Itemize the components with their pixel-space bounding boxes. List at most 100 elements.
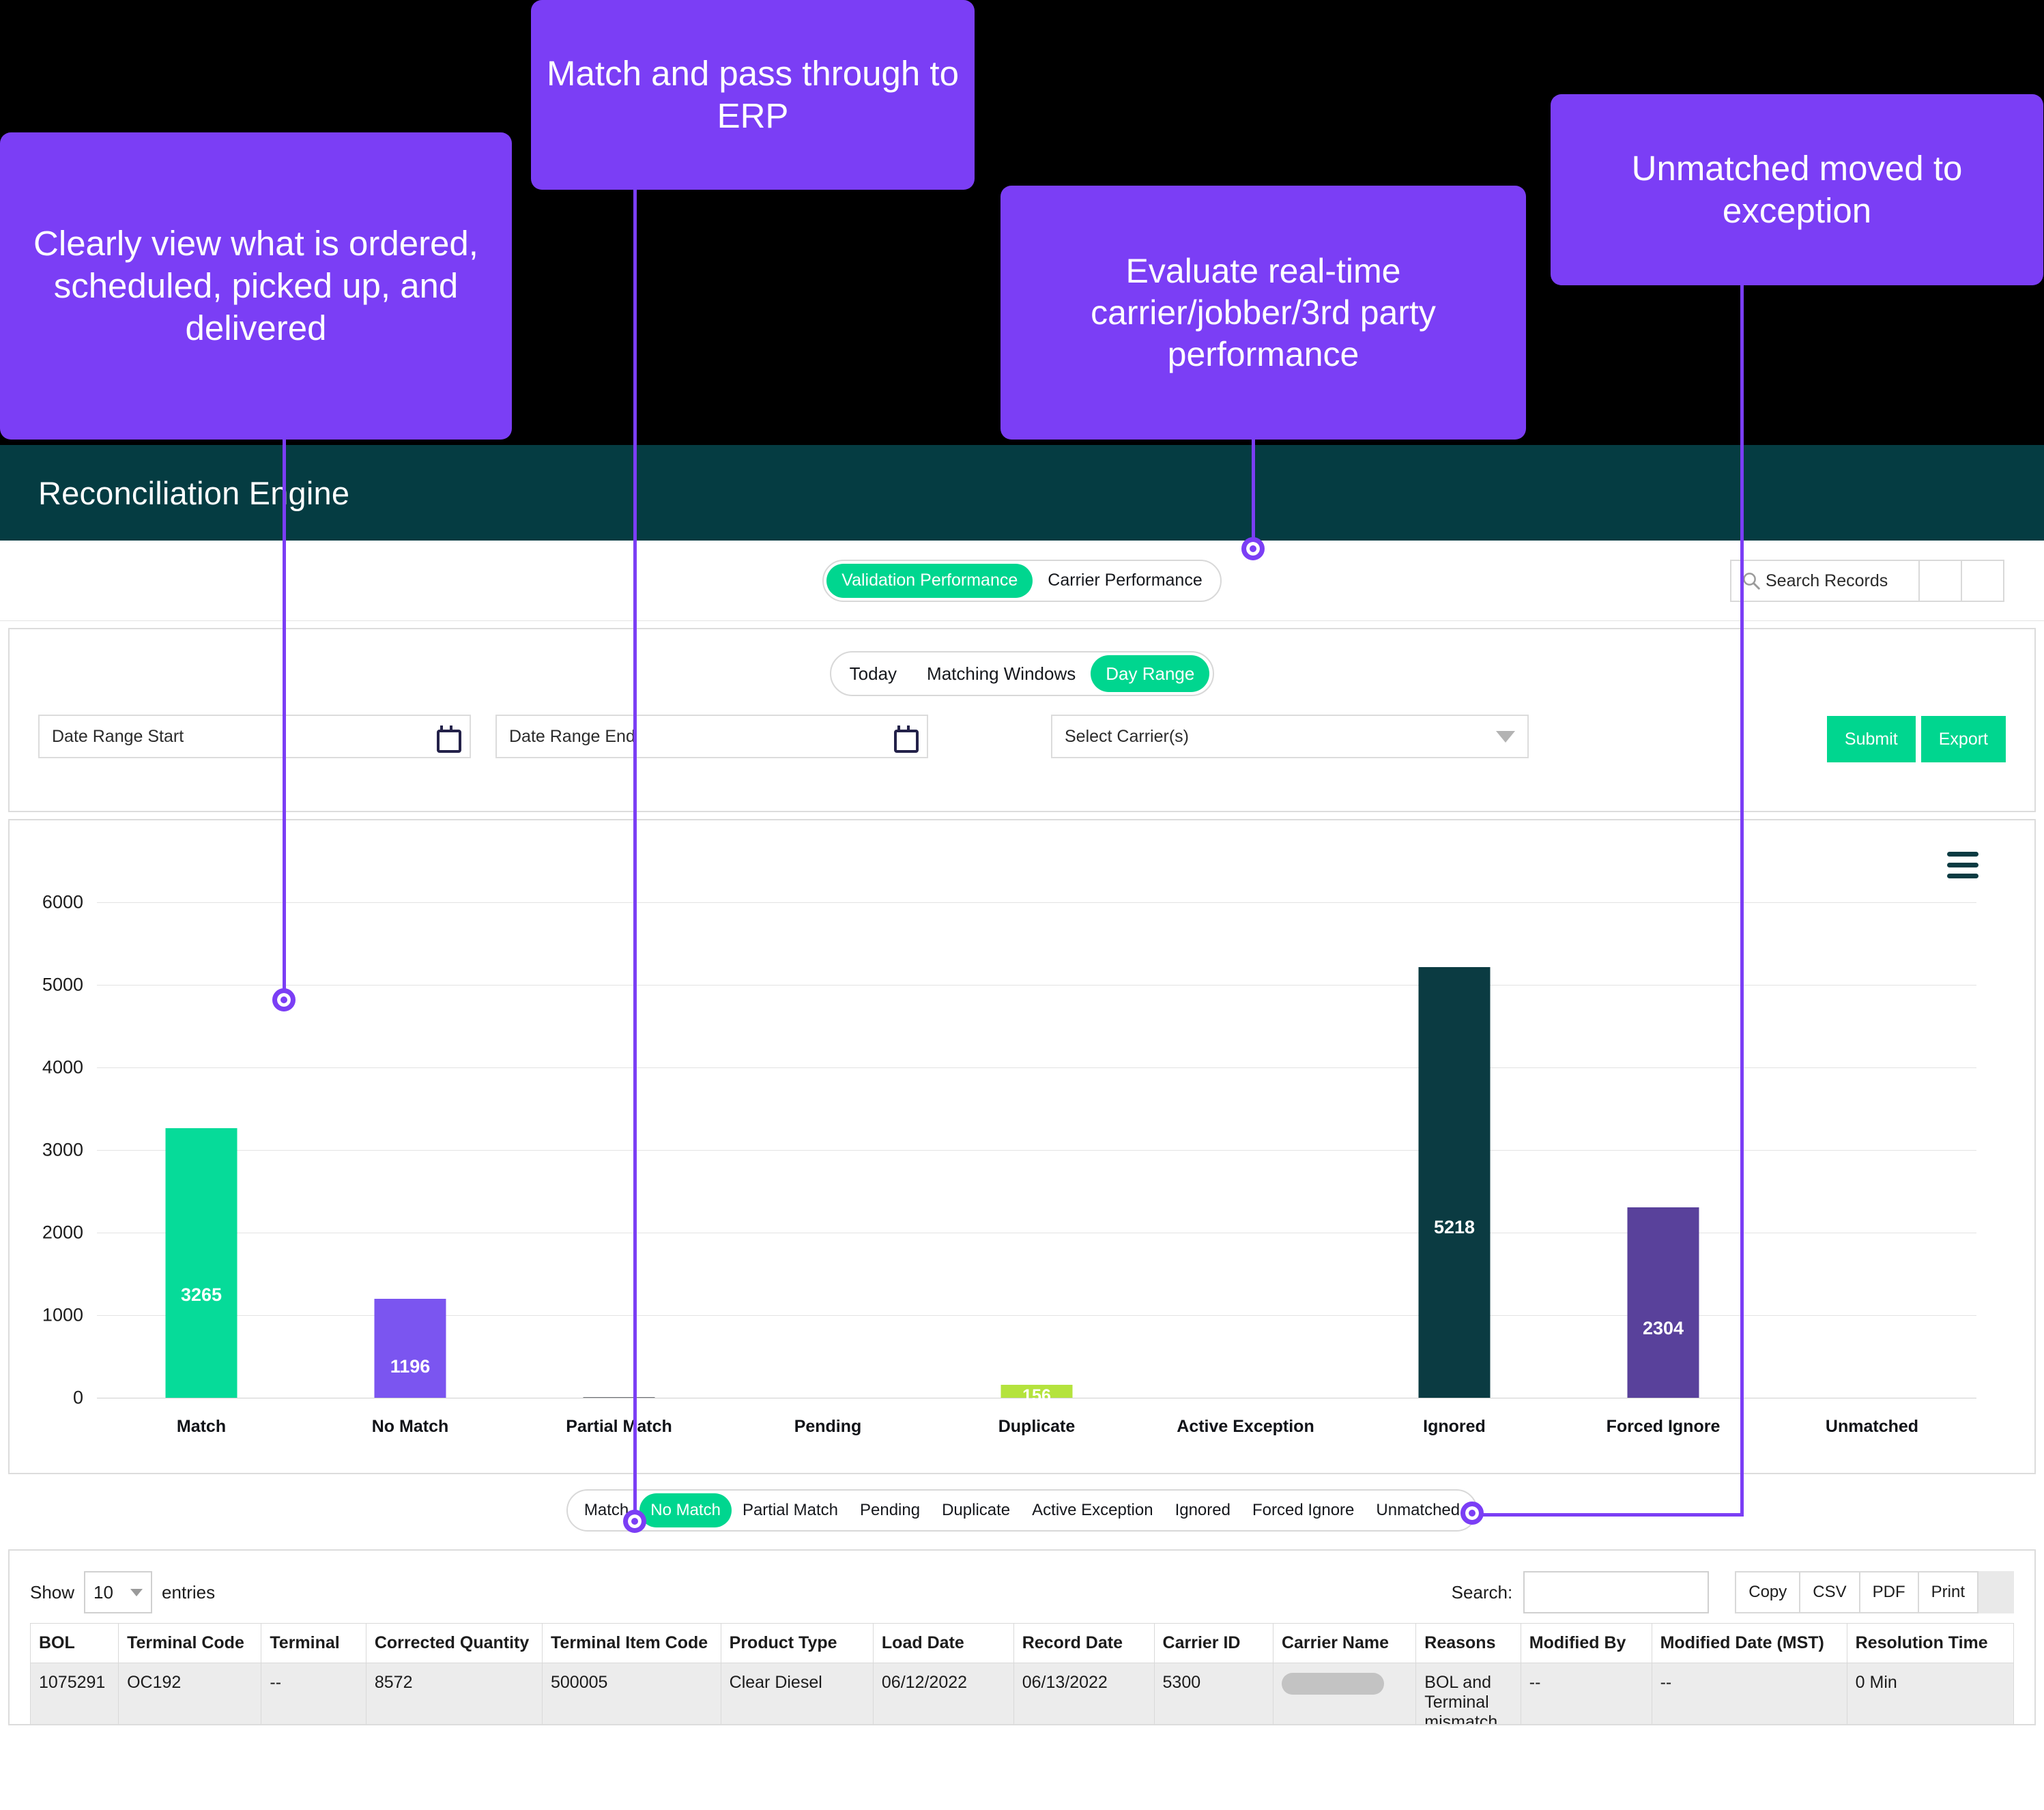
table-column-header[interactable]: Terminal Item Code <box>542 1623 721 1663</box>
table-column-header[interactable]: Corrected Quantity <box>365 1623 543 1663</box>
bar-value-label: 3265 <box>180 1284 222 1306</box>
range-mode-matching-windows[interactable]: Matching Windows <box>912 655 1091 692</box>
submit-button[interactable]: Submit <box>1826 716 1916 762</box>
connector-endpoint-4 <box>1460 1502 1484 1525</box>
carrier-select-value: Select Carrier(s) <box>1065 726 1189 746</box>
table-cell: 8572 <box>365 1663 543 1724</box>
date-range-end-input[interactable]: Date Range End <box>495 715 928 758</box>
date-range-start-input[interactable]: Date Range Start <box>38 715 471 758</box>
y-axis-tick-label: 0 <box>72 1387 83 1408</box>
range-mode-today[interactable]: Today <box>835 655 912 692</box>
search-records-button-2[interactable] <box>1962 560 2004 602</box>
table-cell: BOL and Terminal mismatch <box>1415 1663 1521 1724</box>
legend-item-duplicate[interactable]: Duplicate <box>931 1493 1021 1527</box>
connector-line-4 <box>1740 146 1744 1517</box>
search-records-placeholder: Search Records <box>1766 571 1888 590</box>
legend-item-unmatched[interactable]: Unmatched <box>1365 1493 1471 1527</box>
bar[interactable]: 156 <box>1001 1385 1073 1405</box>
table-search-label: Search: <box>1451 1581 1513 1603</box>
legend-item-pending[interactable]: Pending <box>849 1493 931 1527</box>
x-axis-tick-label: No Match <box>371 1417 449 1436</box>
table-export-pdf-button[interactable]: PDF <box>1858 1571 1918 1613</box>
legend-item-partial-match[interactable]: Partial Match <box>732 1493 849 1527</box>
x-axis-tick-label: Ignored <box>1423 1417 1486 1436</box>
table-column-header[interactable]: Record Date <box>1013 1623 1155 1663</box>
callout-text: Match and pass through to ERP <box>547 53 959 135</box>
table-column-header[interactable]: BOL <box>29 1623 119 1663</box>
calendar-icon[interactable] <box>437 726 461 753</box>
tab-carrier-performance[interactable]: Carrier Performance <box>1033 564 1217 598</box>
callout-evaluate-performance: Evaluate real-time carrier/jobber/3rd pa… <box>1001 186 1526 440</box>
table-column-header[interactable]: Terminal <box>261 1623 366 1663</box>
table-column-header[interactable]: Resolution Time <box>1846 1623 2015 1663</box>
filter-panel: Today Matching Windows Day Range Date Ra… <box>8 628 2036 812</box>
table-column-header[interactable]: Carrier Name <box>1272 1623 1417 1663</box>
table-column-header[interactable]: Carrier ID <box>1153 1623 1273 1663</box>
entries-label: entries <box>162 1581 216 1603</box>
table-cell <box>1272 1663 1417 1724</box>
x-axis-tick-label: Active Exception <box>1177 1417 1314 1436</box>
bar-value-label: 5218 <box>1433 1216 1476 1237</box>
table-export-buttons: Copy CSV PDF Print <box>1735 1571 1978 1613</box>
search-records-input[interactable]: Search Records <box>1730 560 1920 602</box>
bar[interactable]: 1196 <box>374 1299 446 1398</box>
date-range-start-placeholder: Date Range Start <box>52 726 184 746</box>
table-row[interactable]: 1075291 OC192 -- 8572 500005 Clear Diesel 06/1… <box>29 1663 2015 1724</box>
legend-item-ignored[interactable]: Ignored <box>1164 1493 1241 1527</box>
table-export-csv-button[interactable]: CSV <box>1799 1571 1859 1613</box>
table-export-overflow[interactable] <box>1978 1571 2014 1613</box>
bar[interactable]: 2304 <box>1627 1207 1699 1398</box>
table-cell: 06/12/2022 <box>872 1663 1014 1724</box>
range-mode-day-range[interactable]: Day Range <box>1091 655 1210 692</box>
table-export-copy-button[interactable]: Copy <box>1735 1571 1800 1613</box>
carrier-select[interactable]: Select Carrier(s) <box>1051 715 1529 758</box>
tab-validation-performance[interactable]: Validation Performance <box>826 563 1033 598</box>
app-topbar: Reconciliation Engine <box>0 445 2044 541</box>
legend-item-forced-ignore[interactable]: Forced Ignore <box>1241 1493 1365 1527</box>
bar[interactable]: 5218 <box>1418 967 1491 1398</box>
bar-column: 156 Duplicate <box>932 861 1141 1436</box>
table-cell: OC192 <box>118 1663 262 1724</box>
table-cell: 0 Min <box>1846 1663 2015 1724</box>
connector-endpoint-1 <box>272 988 296 1011</box>
table-search-group: Search: <box>1452 1571 1710 1613</box>
bar-column: 3265 Match <box>97 861 306 1436</box>
bar[interactable] <box>583 1396 655 1398</box>
search-records-button-1[interactable] <box>1920 560 1962 602</box>
bar[interactable]: 3265 <box>165 1128 237 1398</box>
callout-unmatched-exception: Unmatched moved to exception <box>1551 94 2043 285</box>
bar-column: Partial Match <box>515 861 723 1436</box>
connector-endpoint-3 <box>1241 537 1265 560</box>
x-axis-tick-label: Match <box>176 1417 227 1436</box>
export-button[interactable]: Export <box>1920 716 2006 762</box>
callout-ordered-scheduled: Clearly view what is ordered, scheduled,… <box>0 132 512 440</box>
table-column-header[interactable]: Load Date <box>872 1623 1014 1663</box>
chart-legend: Match No Match Partial Match Pending Duplica… <box>566 1489 1478 1532</box>
table-column-header[interactable]: Modified Date (MST) <box>1651 1623 1847 1663</box>
connector-line-2 <box>633 97 637 1529</box>
chevron-down-icon <box>1496 730 1515 743</box>
bar-column: Unmatched <box>1768 861 1976 1436</box>
table-column-header[interactable]: Modified By <box>1520 1623 1652 1663</box>
callout-text: Unmatched moved to exception <box>1631 148 1963 230</box>
table-cell: 500005 <box>542 1663 721 1724</box>
connector-endpoint-2 <box>623 1510 646 1533</box>
page-size-select[interactable]: 10 <box>84 1571 153 1613</box>
callout-text: Evaluate real-time carrier/jobber/3rd pa… <box>1091 251 1436 373</box>
connector-line-4b <box>1474 1513 1744 1517</box>
chevron-down-icon <box>130 1588 143 1596</box>
calendar-icon[interactable] <box>894 726 919 753</box>
search-icon <box>1743 573 1760 590</box>
table-cell: -- <box>261 1663 366 1724</box>
validation-performance-chart-panel: 0 1000 2000 3000 4000 5000 6000 3265 Match 1196 No… <box>8 819 2036 1474</box>
legend-item-no-match[interactable]: No Match <box>639 1493 732 1527</box>
table-export-print-button[interactable]: Print <box>1917 1571 1978 1613</box>
table-column-header[interactable]: Terminal Code <box>118 1623 262 1663</box>
callout-text: Clearly view what is ordered, scheduled,… <box>33 223 478 348</box>
table-column-header[interactable]: Product Type <box>720 1623 874 1663</box>
table-column-header[interactable]: Reasons <box>1415 1623 1521 1663</box>
legend-item-active-exception[interactable]: Active Exception <box>1021 1493 1164 1527</box>
y-axis-tick-label: 4000 <box>42 1057 83 1078</box>
table-search-input[interactable] <box>1523 1571 1710 1613</box>
bar-chart-plot-area: 0 1000 2000 3000 4000 5000 6000 3265 Match 1196 No… <box>42 861 1976 1436</box>
